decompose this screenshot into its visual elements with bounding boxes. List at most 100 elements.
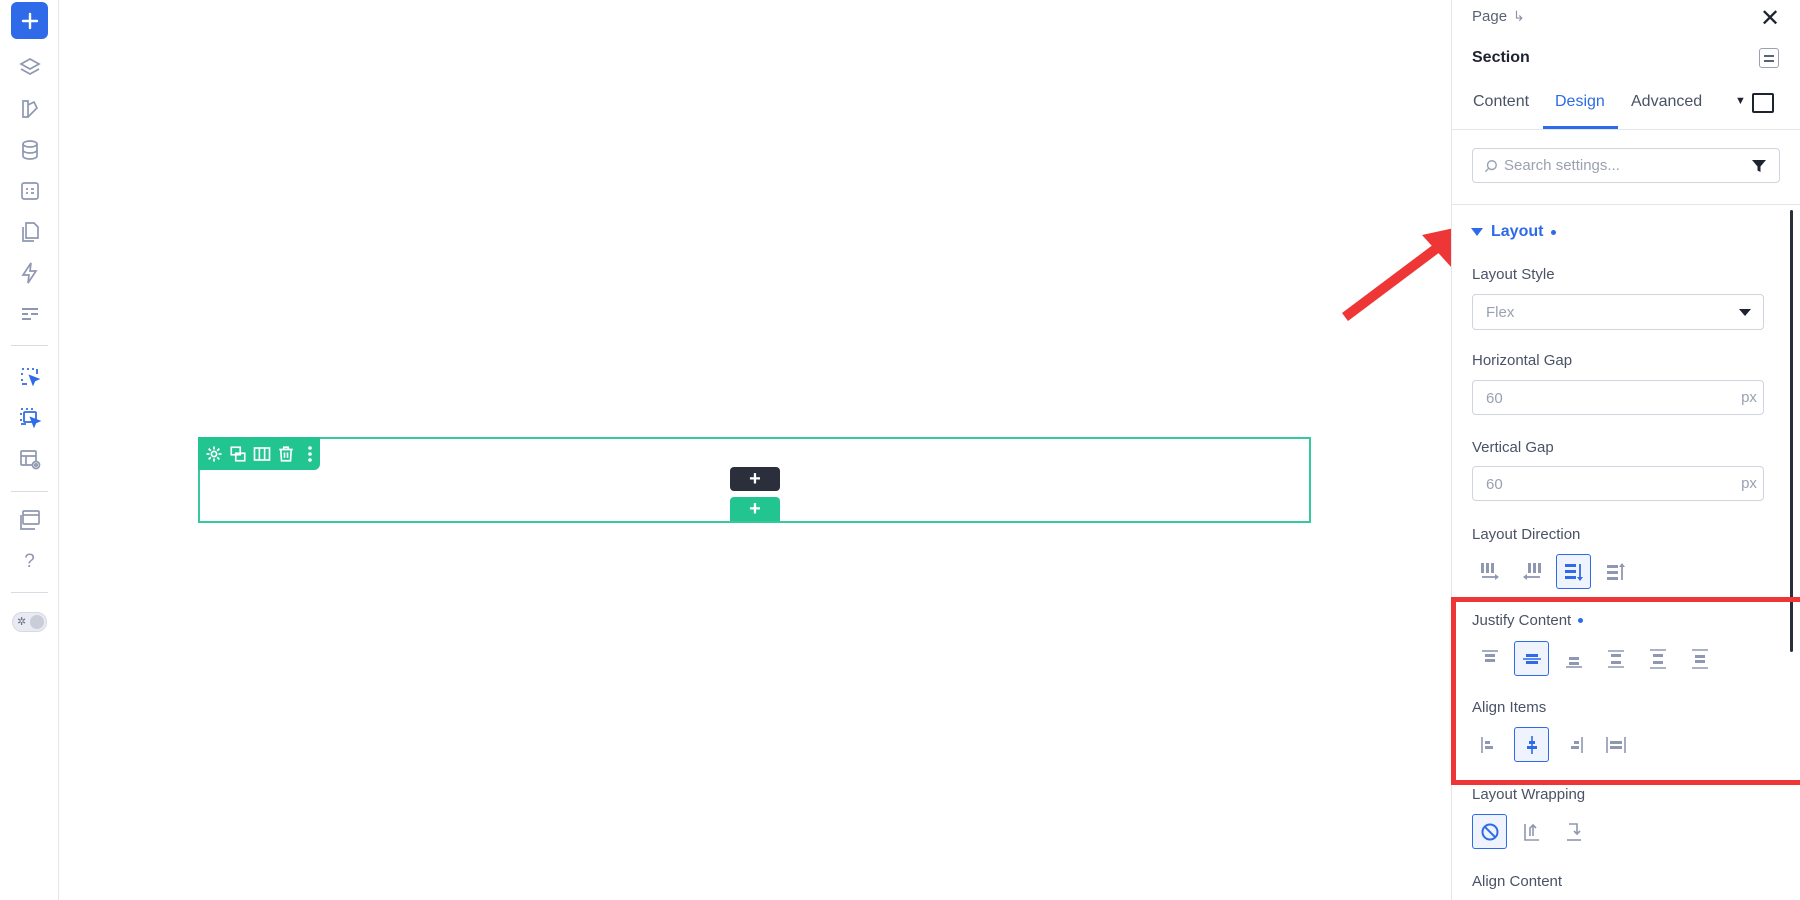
- database-icon: [21, 139, 38, 160]
- add-section-button[interactable]: +: [730, 497, 780, 521]
- direction-column-button[interactable]: [1556, 554, 1591, 589]
- rail-divider: [11, 592, 48, 593]
- trash-icon: [279, 445, 293, 462]
- add-icon: [21, 12, 38, 29]
- help-icon: ?: [24, 550, 35, 572]
- align-content-label: Align Content: [1472, 873, 1563, 890]
- add-element-button[interactable]: [11, 2, 48, 39]
- direction-row-button[interactable]: [1472, 554, 1507, 589]
- database-button[interactable]: [11, 131, 48, 168]
- settings-search-area: [1452, 131, 1800, 205]
- chevron-down-icon: [1739, 309, 1751, 316]
- layout-wrapping-options: [1472, 814, 1591, 849]
- template-icon: [21, 307, 38, 320]
- tab-content[interactable]: Content: [1473, 93, 1529, 111]
- columns-button[interactable]: [252, 444, 271, 464]
- select-element-icon: [20, 367, 40, 386]
- horizontal-gap-label: Horizontal Gap: [1472, 352, 1573, 369]
- horizontal-gap-unit[interactable]: px: [1735, 381, 1763, 414]
- builder-canvas[interactable]: + +: [59, 0, 1451, 900]
- lightning-icon: [20, 262, 38, 283]
- caret-down-icon: [1471, 228, 1483, 236]
- direction-row-reverse-icon: [1522, 562, 1541, 580]
- layout-style-value: Flex: [1486, 304, 1515, 321]
- nowrap-button[interactable]: [1472, 814, 1507, 849]
- help-button[interactable]: ?: [11, 543, 48, 580]
- gear-icon: [206, 446, 222, 461]
- design-button[interactable]: [11, 90, 48, 127]
- gear-icon: ✲: [17, 616, 27, 628]
- multi-select-button[interactable]: [11, 399, 48, 436]
- vertical-gap-label: Vertical Gap: [1472, 439, 1554, 456]
- form-button[interactable]: [11, 172, 48, 209]
- layout-wrapping-label: Layout Wrapping: [1472, 786, 1586, 803]
- theme-toggle[interactable]: ✲: [12, 612, 47, 632]
- more-vertical-icon: [308, 445, 313, 462]
- multi-select-icon: [19, 407, 41, 428]
- columns-icon: [253, 446, 271, 461]
- breadcrumb[interactable]: Page: [1472, 8, 1507, 25]
- design-icon: [21, 99, 38, 118]
- layout-section-title: Layout: [1491, 223, 1544, 240]
- panel-scrollbar[interactable]: [1790, 210, 1793, 652]
- rail-divider: [11, 491, 48, 492]
- horizontal-gap-value: 60: [1486, 390, 1503, 407]
- panel-title: Section: [1472, 49, 1530, 66]
- duplicate-icon: [230, 445, 246, 462]
- modified-indicator: [1551, 229, 1557, 235]
- templates-button[interactable]: [11, 295, 48, 332]
- layout-section-header[interactable]: Layout: [1471, 223, 1557, 241]
- window-button[interactable]: [11, 501, 48, 538]
- search-input[interactable]: [1504, 157, 1734, 174]
- preview-button[interactable]: [11, 440, 48, 477]
- layers-button[interactable]: [11, 49, 48, 86]
- form-icon: [20, 181, 39, 200]
- direction-row-reverse-button[interactable]: [1514, 554, 1549, 589]
- close-panel-button[interactable]: ✕: [1760, 4, 1780, 33]
- tab-advanced[interactable]: Advanced: [1631, 93, 1702, 111]
- caret-down-icon[interactable]: ▼: [1735, 95, 1746, 107]
- actions-button[interactable]: [11, 254, 48, 291]
- toggle-knob: [30, 615, 44, 629]
- wrap-icon: [1523, 823, 1539, 841]
- wrap-reverse-icon: [1566, 822, 1581, 841]
- wrap-reverse-button[interactable]: [1556, 814, 1591, 849]
- more-options-button[interactable]: [301, 444, 320, 464]
- left-toolbar: ? ✲: [0, 0, 59, 900]
- layers-icon: [18, 57, 41, 75]
- no-wrap-icon: [1481, 823, 1498, 840]
- vertical-gap-unit[interactable]: px: [1735, 467, 1763, 500]
- direction-column-reverse-button[interactable]: [1598, 554, 1633, 589]
- filter-icon[interactable]: [1751, 158, 1767, 174]
- duplicate-button[interactable]: [228, 444, 247, 464]
- panel-options-button[interactable]: [1759, 48, 1779, 68]
- device-preview-button[interactable]: [1752, 93, 1774, 113]
- direction-column-icon: [1564, 563, 1583, 581]
- pages-button[interactable]: [11, 213, 48, 250]
- settings-search: [1472, 148, 1780, 183]
- layout-style-select[interactable]: Flex: [1472, 294, 1764, 330]
- vertical-gap-value: 60: [1486, 476, 1503, 493]
- breadcrumb-arrow-icon: ↳: [1513, 8, 1525, 24]
- delete-button[interactable]: [277, 444, 296, 464]
- preview-icon: [19, 449, 40, 469]
- rail-divider: [11, 345, 48, 346]
- settings-button[interactable]: [204, 444, 223, 464]
- layout-direction-label: Layout Direction: [1472, 526, 1581, 543]
- tab-design[interactable]: Design: [1555, 93, 1605, 111]
- layout-style-label: Layout Style: [1472, 266, 1555, 283]
- vertical-gap-input[interactable]: 60 px: [1472, 466, 1764, 501]
- wrap-button[interactable]: [1514, 814, 1549, 849]
- direction-column-reverse-icon: [1606, 562, 1625, 580]
- select-element-button[interactable]: [11, 358, 48, 395]
- section-toolbar: [198, 437, 320, 470]
- layout-direction-options: [1472, 554, 1633, 589]
- add-element-inside-button[interactable]: +: [730, 467, 780, 491]
- search-icon: [1484, 159, 1497, 172]
- direction-row-icon: [1480, 562, 1499, 580]
- active-tab-indicator: [1543, 126, 1618, 129]
- window-icon: [19, 509, 40, 530]
- pages-icon: [21, 221, 39, 242]
- horizontal-gap-input[interactable]: 60 px: [1472, 380, 1764, 415]
- panel-tabs: Content Design Advanced ▼: [1452, 88, 1800, 130]
